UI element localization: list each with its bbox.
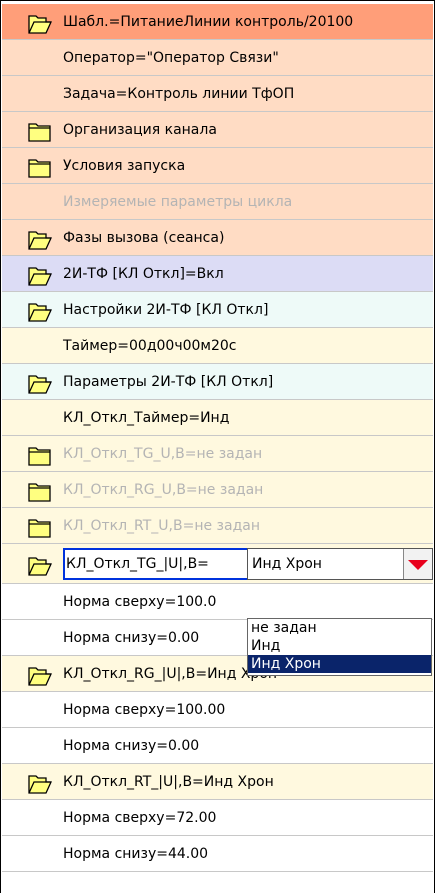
tree-row-label: КЛ_Откл_RT_|U|,B=Инд Хрон [63, 774, 274, 790]
tree-row-operator[interactable]: Оператор="Оператор Связи" [2, 40, 433, 76]
value-combobox[interactable]: Инд Хрон [247, 548, 433, 580]
tree-row-rg-u[interactable]: КЛ_Откл_RG_U,B=не задан [2, 472, 433, 508]
tree-row-measured-params[interactable]: Измеряемые параметры цикла [2, 184, 433, 220]
tree-row-parameters[interactable]: Параметры 2И-ТФ [КЛ Откл] [2, 364, 433, 400]
tree-row-label: Таймер=00д00ч00м20с [63, 338, 237, 354]
tree-row-rt-abs-u[interactable]: КЛ_Откл_RT_|U|,B=Инд Хрон [2, 764, 433, 800]
tree-row-norm-upper-1[interactable]: Норма сверху=100.0 [2, 584, 433, 620]
tree-row-label: Задача=Контроль линии ТфОП [63, 86, 295, 102]
folder-open-icon [28, 557, 52, 576]
tree-row-task[interactable]: Задача=Контроль линии ТфОП [2, 76, 433, 112]
folder-open-icon [28, 303, 52, 322]
tree-row-label: КЛ_Откл_RG_|U|,B=Инд Хрон [63, 666, 278, 682]
tree-row-label: Норма сверху=100.00 [63, 702, 226, 718]
tree-row-label: Фазы вызова (сеанса) [63, 230, 225, 246]
chevron-down-icon [408, 560, 428, 570]
folder-open-icon [28, 15, 52, 34]
dropdown-option[interactable]: не задан [248, 619, 431, 637]
tree-row-template[interactable]: Шабл.=ПитаниеЛинии контроль/20100 [2, 4, 433, 40]
tree-row-label: Параметры 2И-ТФ [КЛ Откл] [63, 374, 274, 390]
tree-row-timer[interactable]: Таймер=00д00ч00м20с [2, 328, 433, 364]
tree-row-label: Норма снизу=0.00 [63, 738, 200, 754]
tree-row-channel-setup[interactable]: Организация канала [2, 112, 433, 148]
tree-row-norm-upper-3[interactable]: Норма сверху=72.00 [2, 800, 433, 836]
folder-closed-icon [28, 483, 51, 502]
folder-open-icon [28, 231, 52, 250]
tree-row-norm-lower-2[interactable]: Норма снизу=0.00 [2, 728, 433, 764]
combobox-dropdown-button[interactable] [403, 549, 432, 579]
tree-row-label: Норма сверху=72.00 [63, 810, 217, 826]
tree-row-norm-upper-2[interactable]: Норма сверху=100.00 [2, 692, 433, 728]
tree-row-tg-abs-u-editing[interactable]: КЛ_Откл_TG_|U|,B= Инд Хрон [2, 544, 433, 584]
tree-row-tg-u[interactable]: КЛ_Откл_TG_U,B=не задан [2, 436, 433, 472]
dropdown-option-selected[interactable]: Инд Хрон [248, 655, 431, 673]
combobox-dropdown-list: не задан Инд Инд Хрон [247, 618, 432, 676]
tree-row-label: Шабл.=ПитаниеЛинии контроль/20100 [63, 14, 354, 30]
tree-row-label: Настройки 2И-ТФ [КЛ Откл] [63, 302, 269, 318]
folder-open-icon [28, 775, 52, 794]
tree-row-call-phases[interactable]: Фазы вызова (сеанса) [2, 220, 433, 256]
tree-row-norm-lower-3[interactable]: Норма снизу=44.00 [2, 836, 433, 872]
dropdown-option[interactable]: Инд [248, 637, 431, 655]
combobox-value: Инд Хрон [252, 556, 322, 572]
tree-row-phase-2i-tf[interactable]: 2И-ТФ [КЛ Откл]=Вкл [2, 256, 433, 292]
tree-row-settings[interactable]: Настройки 2И-ТФ [КЛ Откл] [2, 292, 433, 328]
tree-panel: Шабл.=ПитаниеЛинии контроль/20100 Операт… [0, 0, 435, 893]
tree-row-label: КЛ_Откл_Таймер=Инд [63, 410, 230, 426]
tree-row-label: Организация канала [63, 122, 217, 138]
tree-row-label: Измеряемые параметры цикла [63, 194, 293, 210]
tree-row-kl-timer[interactable]: КЛ_Откл_Таймер=Инд [2, 400, 433, 436]
tree-row-label: КЛ_Откл_RT_U,B=не задан [63, 518, 260, 534]
tree-row-start-conditions[interactable]: Условия запуска [2, 148, 433, 184]
folder-closed-icon [28, 123, 51, 142]
tree-row-label: Норма снизу=0.00 [63, 630, 200, 646]
edited-item-label[interactable]: КЛ_Откл_TG_|U|,B= [63, 548, 249, 580]
tree-row-label: 2И-ТФ [КЛ Откл]=Вкл [63, 266, 224, 282]
folder-open-icon [28, 267, 52, 286]
tree-row-label: КЛ_Откл_TG_U,B=не задан [63, 446, 263, 462]
tree-row-rt-u[interactable]: КЛ_Откл_RT_U,B=не задан [2, 508, 433, 544]
folder-closed-icon [28, 159, 51, 178]
tree-row-label: Норма сверху=100.0 [63, 594, 217, 610]
tree-row-label: КЛ_Откл_RG_U,B=не задан [63, 482, 264, 498]
tree-row-label: Условия запуска [63, 158, 186, 174]
folder-open-icon [28, 375, 52, 394]
folder-open-icon [28, 667, 52, 686]
tree-row-label: Норма снизу=44.00 [63, 846, 209, 862]
folder-closed-icon [28, 447, 51, 466]
folder-closed-icon [28, 519, 51, 538]
tree-row-label: Оператор="Оператор Связи" [63, 50, 279, 66]
